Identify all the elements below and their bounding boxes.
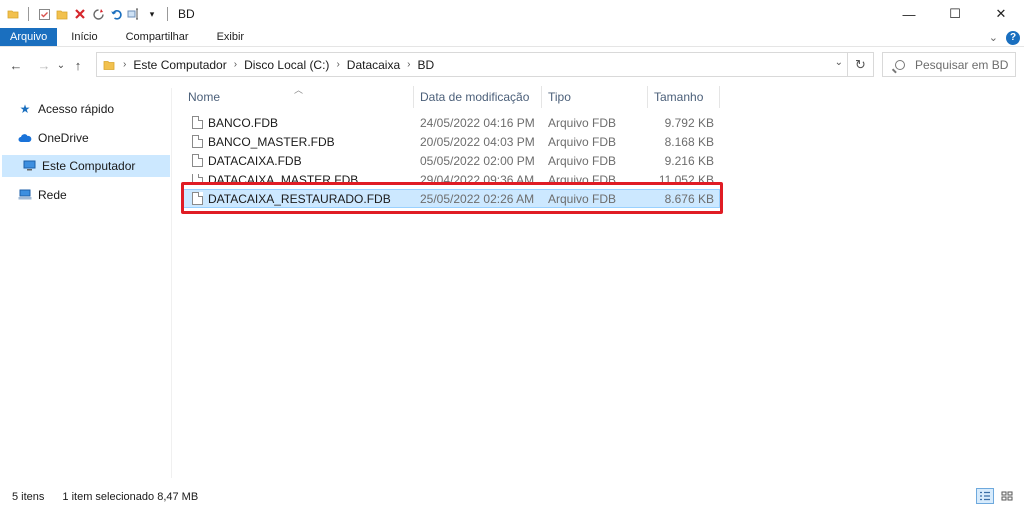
file-row[interactable]: DATACAIXA.FDB 05/05/2022 02:00 PM Arquiv… (182, 151, 720, 170)
column-header-tipo[interactable]: Tipo (542, 86, 648, 108)
window-controls: — ☐ ✕ (886, 0, 1024, 28)
sidebar-item-rede[interactable]: Rede (18, 184, 67, 206)
file-name: BANCO_MASTER.FDB (208, 134, 335, 149)
folder-icon (6, 7, 20, 21)
up-button[interactable]: ↑ (68, 54, 88, 76)
back-button[interactable]: ← (6, 54, 26, 76)
address-bar[interactable]: › Este Computador › Disco Local (C:) › D… (96, 52, 848, 77)
breadcrumb-este-computador[interactable]: Este Computador (133, 58, 226, 72)
expand-ribbon-chevron-icon[interactable]: ⌄ (989, 31, 998, 44)
file-size: 9.216 KB (664, 153, 714, 168)
tab-compartilhar[interactable]: Compartilhar (112, 28, 203, 46)
file-size: 9.792 KB (664, 115, 714, 130)
ribbon-controls: ⌄ ? (989, 28, 1020, 47)
undo-icon[interactable] (109, 7, 123, 21)
breadcrumb-separator: › (336, 59, 340, 70)
file-icon (192, 116, 203, 129)
sidebar-item-acesso-rapido[interactable]: ★ Acesso rápido (18, 98, 114, 120)
breadcrumb-disco-local[interactable]: Disco Local (C:) (244, 58, 329, 72)
toolbar-divider (167, 7, 168, 21)
sidebar-item-este-computador[interactable]: Este Computador (2, 155, 170, 177)
file-modified: 24/05/2022 04:16 PM (420, 115, 535, 130)
tab-arquivo[interactable]: Arquivo (0, 28, 58, 46)
highlight-annotation (181, 182, 723, 214)
navigation-pane: ★ Acesso rápido OneDrive Este Computador… (0, 88, 172, 478)
column-header-data[interactable]: Data de modificação (414, 86, 542, 108)
maximize-button[interactable]: ☐ (932, 0, 978, 28)
file-modified: 20/05/2022 04:03 PM (420, 134, 535, 149)
breadcrumb-separator: › (123, 59, 127, 70)
sidebar-item-label: Acesso rápido (38, 102, 115, 116)
file-name: DATACAIXA.FDB (208, 153, 302, 168)
status-item-count: 5 itens (12, 491, 45, 503)
window-title: BD (178, 7, 195, 21)
file-type: Arquivo FDB (548, 115, 617, 130)
file-name: BANCO.FDB (208, 115, 279, 130)
new-folder-icon[interactable] (55, 7, 69, 21)
file-type: Arquivo FDB (548, 153, 617, 168)
network-icon (18, 188, 32, 202)
column-headers: Nome Data de modificação Tipo Tamanho (182, 86, 722, 108)
file-icon (192, 154, 203, 167)
close-button[interactable]: ✕ (978, 0, 1024, 28)
title-bar: ▾ BD — ☐ ✕ (0, 0, 1024, 28)
address-dropdown-chevron-icon[interactable]: ⌄ (835, 57, 843, 68)
column-header-nome[interactable]: Nome (182, 86, 414, 108)
status-bar: 5 itens 1 item selecionado 8,47 MB (0, 486, 1024, 508)
file-size: 8.168 KB (664, 134, 714, 149)
status-selection: 1 item selecionado 8,47 MB (62, 491, 199, 503)
details-view-icon[interactable] (976, 488, 994, 504)
sidebar-item-label: Este Computador (42, 159, 136, 173)
breadcrumb-bd[interactable]: BD (418, 58, 435, 72)
search-icon (895, 59, 905, 70)
breadcrumb-separator: › (233, 59, 238, 70)
cloud-icon (18, 131, 32, 145)
customize-toolbar-icon[interactable] (127, 7, 141, 21)
column-header-tamanho[interactable]: Tamanho (648, 86, 720, 108)
quick-access-toolbar: ▾ BD (0, 0, 195, 28)
ribbon-tabs: Arquivo Início Compartilhar Exibir ⌄ ? (0, 28, 1024, 47)
file-row[interactable]: BANCO.FDB 24/05/2022 04:16 PM Arquivo FD… (182, 113, 720, 132)
refresh-button[interactable]: ↻ (848, 52, 874, 77)
rename-icon[interactable] (91, 7, 105, 21)
forward-button[interactable]: → (34, 54, 54, 76)
view-toggle (976, 488, 1016, 504)
sidebar-item-label: OneDrive (38, 131, 89, 145)
toolbar-divider (28, 7, 29, 21)
file-icon (192, 135, 203, 148)
folder-icon (103, 59, 115, 71)
file-modified: 05/05/2022 02:00 PM (420, 153, 535, 168)
navigation-bar: ← → ⌄ ↑ › Este Computador › Disco Local … (0, 52, 1024, 78)
minimize-button[interactable]: — (886, 0, 932, 28)
sidebar-item-onedrive[interactable]: OneDrive (18, 127, 89, 149)
delete-icon[interactable] (73, 7, 87, 21)
sidebar-item-label: Rede (38, 188, 67, 202)
help-icon[interactable]: ? (1006, 30, 1020, 45)
tab-exibir[interactable]: Exibir (203, 28, 259, 46)
recent-locations-button[interactable]: ⌄ (54, 54, 68, 76)
search-input[interactable]: Pesquisar em BD (882, 52, 1016, 77)
file-row[interactable]: BANCO_MASTER.FDB 20/05/2022 04:03 PM Arq… (182, 132, 720, 151)
star-icon: ★ (19, 102, 31, 116)
chevron-down-icon[interactable]: ▾ (145, 7, 159, 21)
file-type: Arquivo FDB (548, 134, 617, 149)
tab-inicio[interactable]: Início (57, 28, 111, 46)
properties-icon[interactable] (37, 7, 51, 21)
large-icons-view-icon[interactable] (998, 488, 1016, 504)
computer-icon (22, 159, 36, 173)
breadcrumb-separator: › (407, 59, 411, 70)
breadcrumb-datacaixa[interactable]: Datacaixa (347, 58, 400, 72)
search-placeholder: Pesquisar em BD (915, 57, 1009, 72)
